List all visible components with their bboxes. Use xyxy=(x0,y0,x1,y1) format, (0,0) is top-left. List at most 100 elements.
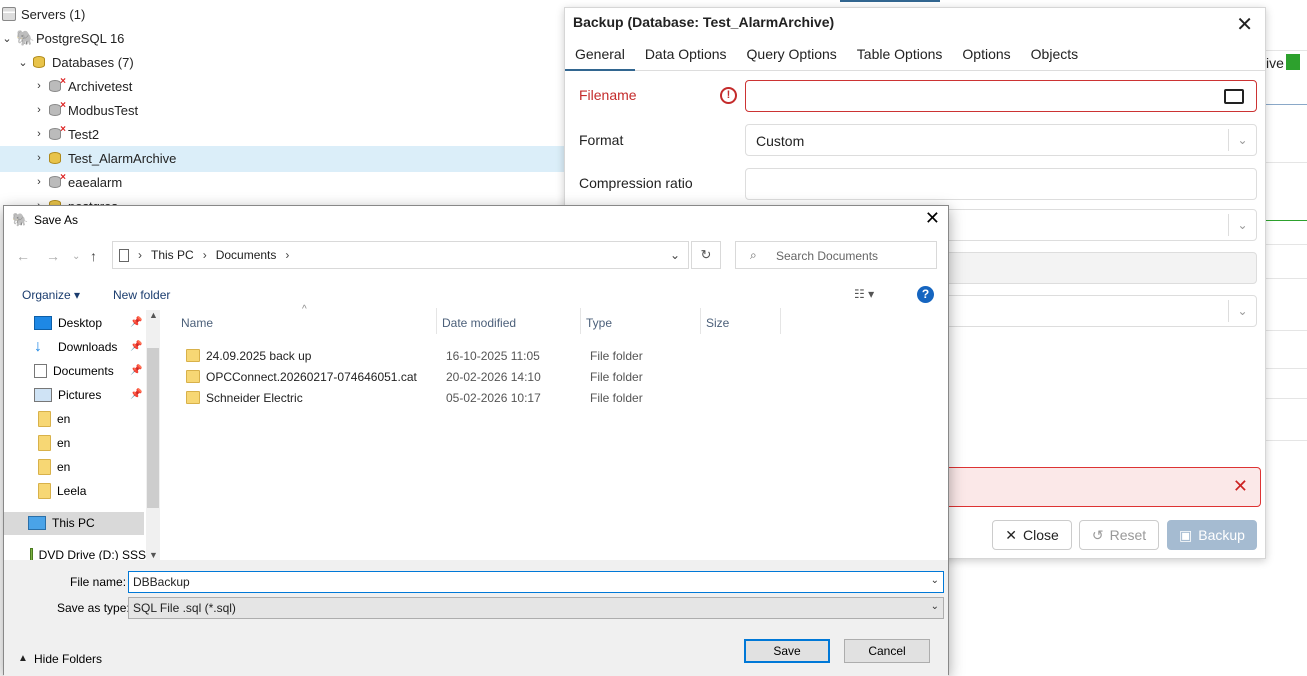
close-icon[interactable]: ✕ xyxy=(925,208,940,229)
nav-item-desktop[interactable]: Desktop xyxy=(34,312,102,334)
chevron-down-icon[interactable]: ⌄ xyxy=(1228,214,1256,236)
chevron-down-icon[interactable]: ▼ xyxy=(149,550,158,560)
nav-item-folder[interactable]: en xyxy=(38,408,70,430)
divider xyxy=(1266,162,1307,163)
chevron-down-icon[interactable]: ⌄ xyxy=(1228,300,1256,322)
nav-item-folder[interactable]: en xyxy=(38,432,70,454)
divider xyxy=(1266,104,1307,105)
file-name-input[interactable]: DBBackup ⌄ xyxy=(128,571,944,593)
column-header-name[interactable]: Name xyxy=(181,316,213,330)
save-type-label: Save as type: xyxy=(57,601,130,615)
tree-label: Databases (7) xyxy=(52,54,134,70)
tab-options[interactable]: Options xyxy=(952,38,1020,71)
tree-node-db[interactable]: › postgres xyxy=(32,194,118,205)
close-icon: ✕ xyxy=(1005,526,1017,543)
background-panel: ive xyxy=(1266,0,1307,664)
nav-item-pictures[interactable]: Pictures xyxy=(34,384,101,406)
table-row[interactable]: OPCConnect.20260217-074646051.cat 20-02-… xyxy=(164,367,764,387)
tab-general[interactable]: General xyxy=(565,38,635,71)
compression-input[interactable] xyxy=(745,168,1257,200)
chevron-right-icon[interactable]: › xyxy=(32,128,46,140)
refresh-button[interactable]: ↻ xyxy=(691,241,721,269)
close-button[interactable]: ✕ Close xyxy=(992,520,1072,550)
file-date: 16-10-2025 11:05 xyxy=(446,349,540,363)
chevron-down-icon[interactable]: ⌄ xyxy=(1228,129,1256,151)
table-row[interactable]: Schneider Electric 05-02-2026 10:17 File… xyxy=(164,388,764,408)
tab-query-options[interactable]: Query Options xyxy=(737,38,847,71)
tree-node-db[interactable]: › × Archivetest xyxy=(32,74,132,98)
chevron-up-icon[interactable]: ▲ xyxy=(18,653,28,664)
tree-node-db[interactable]: › × eaealarm xyxy=(32,170,122,194)
chevron-down-icon[interactable]: ⌄ xyxy=(16,56,30,69)
close-icon[interactable]: ✕ xyxy=(1236,12,1253,37)
filename-input[interactable] xyxy=(745,80,1257,112)
status-indicator xyxy=(1286,54,1300,70)
tree-label: Archivetest xyxy=(68,78,133,94)
organize-button[interactable]: Organize ▾ xyxy=(22,288,80,302)
nav-scrollbar[interactable]: ▲ ▼ xyxy=(146,310,160,560)
divider xyxy=(1266,398,1307,399)
chevron-down-icon[interactable]: ⌄ xyxy=(670,248,680,262)
help-icon[interactable]: ? xyxy=(917,286,934,303)
nav-item-this-pc[interactable]: This PC xyxy=(28,512,95,534)
chevron-down-icon[interactable]: ⌄ xyxy=(0,32,14,45)
tree-node-servers[interactable]: Servers (1) xyxy=(2,2,85,26)
backup-button[interactable]: ▣ Backup xyxy=(1167,520,1257,550)
tree-node-db[interactable]: › × Test2 xyxy=(32,122,99,146)
table-row[interactable]: 24.09.2025 back up 16-10-2025 11:05 File… xyxy=(164,346,764,366)
chevron-right-icon[interactable]: › xyxy=(32,104,46,116)
up-arrow-icon[interactable]: ↑ xyxy=(90,248,97,264)
breadcrumb-item[interactable]: Documents xyxy=(216,248,277,262)
tree-node-db[interactable]: › × ModbusTest xyxy=(32,98,138,122)
error-icon: ! xyxy=(720,87,737,104)
save-type-select[interactable]: SQL File .sql (*.sql) ⌄ xyxy=(128,597,944,619)
tab-table-options[interactable]: Table Options xyxy=(847,38,953,71)
chevron-down-icon[interactable]: ⌄ xyxy=(931,575,939,586)
partial-label: ive xyxy=(1266,55,1284,71)
chevron-right-icon[interactable]: › xyxy=(32,152,46,164)
chevron-down-icon[interactable]: ⌄ xyxy=(931,601,939,612)
folder-icon xyxy=(186,349,200,362)
chevron-right-icon[interactable]: › xyxy=(32,176,46,188)
file-name: OPCConnect.20260217-074646051.cat xyxy=(206,370,417,384)
tree-node-databases[interactable]: ⌄ Databases (7) xyxy=(16,50,134,74)
new-folder-button[interactable]: New folder xyxy=(113,288,170,302)
pictures-icon xyxy=(34,388,52,402)
tree-node-db-selected[interactable]: › Test_AlarmArchive xyxy=(32,146,176,170)
chevron-down-icon[interactable]: ⌄ xyxy=(72,251,80,262)
chevron-up-icon[interactable]: ▲ xyxy=(149,310,158,320)
button-label: Reset xyxy=(1109,527,1147,543)
format-select[interactable]: Custom ⌄ xyxy=(745,124,1257,156)
folder-icon[interactable] xyxy=(1224,89,1244,104)
close-icon[interactable]: ✕ xyxy=(1233,476,1248,497)
nav-item-documents[interactable]: Documents xyxy=(34,360,114,382)
elephant-icon: 🐘 xyxy=(16,30,35,47)
column-header-date[interactable]: Date modified xyxy=(442,316,516,330)
column-header-size[interactable]: Size xyxy=(706,316,729,330)
file-date: 05-02-2026 10:17 xyxy=(446,391,541,405)
column-header-type[interactable]: Type xyxy=(586,316,612,330)
back-arrow-icon[interactable]: ← xyxy=(16,248,30,264)
cancel-button[interactable]: Cancel xyxy=(844,639,930,663)
folder-icon xyxy=(38,459,51,475)
document-icon xyxy=(34,364,47,378)
nav-item-downloads[interactable]: ↓ Downloads xyxy=(34,336,117,358)
tab-data-options[interactable]: Data Options xyxy=(635,38,737,71)
tree-node-postgresql[interactable]: ⌄ 🐘 PostgreSQL 16 xyxy=(0,26,124,50)
divider xyxy=(1266,50,1307,51)
search-input[interactable]: ⌕ Search Documents xyxy=(735,241,937,269)
breadcrumb-item[interactable]: This PC xyxy=(151,248,194,262)
folder-icon xyxy=(38,483,51,499)
divider xyxy=(1266,220,1307,221)
scrollbar-thumb[interactable] xyxy=(147,348,159,508)
save-button[interactable]: Save xyxy=(744,639,830,663)
nav-item-folder[interactable]: Leela xyxy=(38,480,86,502)
address-bar[interactable]: › This PC › Documents › ⌄ xyxy=(112,241,689,269)
tab-objects[interactable]: Objects xyxy=(1021,38,1088,71)
nav-item-folder[interactable]: en xyxy=(38,456,70,478)
dialog-title: Backup (Database: Test_AlarmArchive) xyxy=(573,14,835,30)
forward-arrow-icon[interactable]: → xyxy=(46,248,60,264)
view-options-icon[interactable]: ☷ ▾ xyxy=(854,287,874,301)
chevron-right-icon[interactable]: › xyxy=(32,80,46,92)
reset-button[interactable]: ↺ Reset xyxy=(1079,520,1159,550)
